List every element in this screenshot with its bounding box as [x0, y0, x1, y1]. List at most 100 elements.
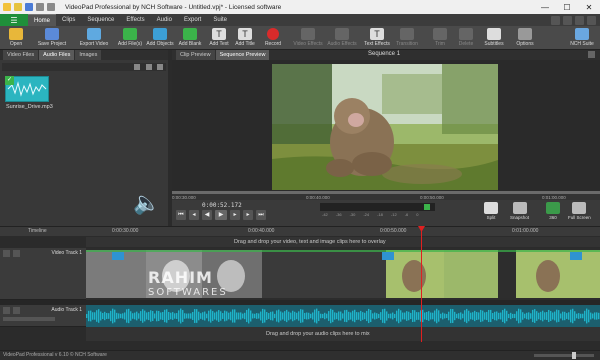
suite-icon	[575, 28, 589, 40]
text-effects-button[interactable]: T Text Effects	[361, 28, 393, 47]
preview-ruler[interactable]: 0:00:30.000 0:00:40.000 0:00:50.000 0:01…	[172, 191, 600, 200]
forward-button[interactable]: ▸	[230, 210, 240, 220]
view-list-icon[interactable]	[134, 64, 140, 70]
subtitles-icon	[487, 28, 501, 40]
snapshot-button[interactable]: Snapshot	[510, 202, 529, 220]
undo-icon[interactable]	[36, 3, 44, 11]
menu-export[interactable]: Export	[178, 14, 207, 26]
undock-icon[interactable]	[588, 51, 595, 58]
minimize-button[interactable]: —	[534, 3, 556, 12]
clip-name: Sunrise_Drive.mp3	[6, 104, 53, 110]
track-mute-icon[interactable]	[3, 307, 10, 314]
camera-icon	[512, 202, 527, 214]
preview-panel: Clip Preview Sequence Preview Sequence 1…	[172, 50, 600, 226]
close-button[interactable]: ✕	[578, 3, 600, 12]
add-objects-button[interactable]: Add Objects	[144, 28, 176, 47]
open-icon[interactable]	[14, 3, 22, 11]
transition-marker-icon[interactable]	[570, 252, 582, 260]
meter-label: -36	[335, 212, 342, 217]
menu-audio[interactable]: Audio	[151, 14, 178, 26]
timeline-header[interactable]: Timeline 0:00:30.000 0:00:40.000 0:00:50…	[0, 226, 600, 236]
skip-start-button[interactable]: ⏮	[176, 210, 186, 220]
zoom-slider[interactable]	[534, 352, 594, 359]
tab-clip-preview[interactable]: Clip Preview	[176, 50, 215, 60]
menu-sequence[interactable]: Sequence	[81, 14, 120, 26]
track-lock-icon[interactable]	[13, 250, 20, 257]
transition-icon	[400, 28, 414, 40]
transition-marker-icon[interactable]	[112, 252, 124, 260]
audio-hint: Drag and drop your audio clips here to m…	[266, 331, 370, 337]
audio-track[interactable]	[86, 305, 600, 327]
audio-effects-icon	[335, 28, 349, 40]
video-effects-button[interactable]: Video Effects	[292, 28, 324, 47]
timeline-tick: 0:01:00.000	[512, 228, 539, 234]
video-effects-icon	[301, 28, 315, 40]
menu-home[interactable]: Home	[28, 14, 57, 26]
360-button[interactable]: 360	[546, 202, 560, 220]
status-text: VideoPad Professional v 6.10 © NCH Softw…	[3, 352, 107, 358]
full-screen-button[interactable]: Full Screen	[568, 202, 591, 220]
track-visibility-icon[interactable]	[3, 250, 10, 257]
menu-clips[interactable]: Clips	[56, 14, 81, 26]
audio-clip-thumbnail[interactable]: ✓	[5, 76, 49, 102]
bin-toolbar	[2, 63, 166, 71]
timeline-tick: 0:00:50.000	[380, 228, 407, 234]
step-forward-button[interactable]: ▸	[243, 210, 253, 220]
record-icon	[267, 28, 279, 40]
app-menu-button[interactable]: ☰	[0, 14, 28, 26]
redo-icon[interactable]	[47, 3, 55, 11]
meter-label: -18	[377, 212, 383, 217]
open-button[interactable]: Open	[0, 28, 32, 47]
volume-slider[interactable]	[3, 317, 55, 321]
transition-button[interactable]: Transition	[391, 28, 423, 47]
ruler-bar	[172, 191, 600, 194]
audio-effects-button[interactable]: Audio Effects	[326, 28, 358, 47]
split-button[interactable]: Split	[484, 202, 498, 220]
track-lock-icon[interactable]	[13, 307, 20, 314]
maximize-button[interactable]: ☐	[556, 3, 578, 12]
record-button[interactable]: Record	[257, 28, 289, 47]
nch-suite-button[interactable]: NCH Suite	[566, 28, 598, 47]
app-icon	[3, 3, 11, 11]
rewind-button[interactable]: ◀	[202, 210, 212, 220]
folder-icon	[9, 28, 23, 40]
overlay-track[interactable]: Drag and drop your video, text and image…	[86, 237, 600, 247]
add-blank-button[interactable]: Add Blank	[174, 28, 206, 47]
save-icon[interactable]	[25, 3, 33, 11]
subtitles-button[interactable]: Subtitles	[478, 28, 510, 47]
menu-suite[interactable]: Suite	[207, 14, 233, 26]
overlay-hint: Drag and drop your video, text and image…	[234, 239, 386, 245]
options-button[interactable]: Options	[509, 28, 541, 47]
audio-mix-track[interactable]: Drag and drop your audio clips here to m…	[86, 327, 600, 341]
tab-audio-files[interactable]: Audio Files	[39, 50, 75, 60]
transition-marker-icon[interactable]	[382, 252, 394, 260]
save-project-button[interactable]: Save Project	[36, 28, 68, 47]
timecode: 0:00:52.172	[202, 202, 242, 209]
skip-end-button[interactable]: ⏭	[256, 210, 266, 220]
dropdown-icon[interactable]	[551, 15, 560, 25]
zoom-knob[interactable]	[572, 352, 576, 359]
menu-bar: ☰ Home Clips Sequence Effects Audio Expo…	[0, 14, 600, 26]
add-files-button[interactable]: Add File(s)	[114, 28, 146, 47]
text-icon: T	[212, 28, 226, 40]
menu-effects[interactable]: Effects	[120, 14, 150, 26]
play-button[interactable]: ▶	[215, 210, 227, 220]
help-icon[interactable]	[563, 15, 572, 25]
meter-label: -12	[390, 212, 397, 217]
account-icon[interactable]	[587, 15, 596, 25]
share-icon[interactable]	[575, 15, 584, 25]
trim-icon	[433, 28, 447, 40]
tab-images[interactable]: Images	[75, 50, 102, 60]
tab-sequence-preview[interactable]: Sequence Preview	[215, 50, 270, 60]
360-icon	[546, 202, 560, 214]
tab-video-files[interactable]: Video Files	[3, 50, 39, 60]
monkey-image	[272, 64, 498, 190]
playhead[interactable]	[421, 226, 422, 342]
meter-label: 0	[416, 212, 419, 217]
status-bar: VideoPad Professional v 6.10 © NCH Softw…	[0, 350, 600, 360]
export-video-button[interactable]: Export Video	[78, 28, 110, 47]
step-back-button[interactable]: ◂	[189, 210, 199, 220]
audio-track-name: Audio Track 1	[51, 307, 82, 313]
bin-menu-icon[interactable]	[157, 64, 163, 70]
view-grid-icon[interactable]	[146, 64, 152, 70]
